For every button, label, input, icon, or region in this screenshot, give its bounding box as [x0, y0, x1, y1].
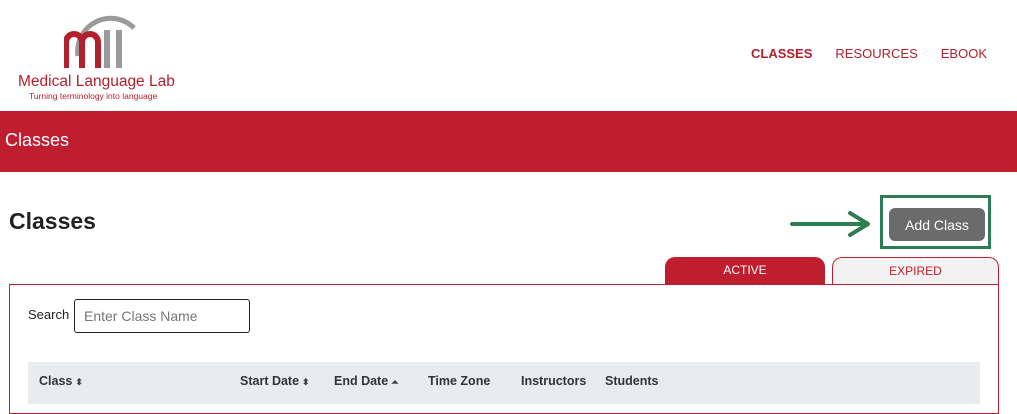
page-banner: Classes [0, 111, 1017, 172]
add-class-button[interactable]: Add Class [889, 208, 985, 241]
column-header-instructors: Instructors [521, 374, 587, 388]
search-input[interactable] [74, 299, 250, 333]
nav-item-resources[interactable]: RESOURCES [835, 46, 917, 61]
banner-title: Classes [5, 130, 70, 150]
search-label: Search [28, 307, 70, 322]
tab-active[interactable]: ACTIVE [665, 257, 825, 285]
sort-both-icon[interactable]: ⬍ [302, 377, 310, 387]
column-label: End Date [334, 374, 389, 388]
column-label: Start Date [240, 374, 300, 388]
column-header-class[interactable]: Class ⬍ [39, 374, 83, 388]
table-header: Class ⬍ Start Date ⬍ End Date ⏶ Time Zone I… [28, 362, 980, 404]
logo-tagline: Turning terminology into language [29, 91, 158, 101]
column-header-start-date[interactable]: Start Date ⬍ [240, 374, 310, 388]
column-label: Class [39, 374, 73, 388]
site-header: Medical Language Lab Turning terminology… [0, 0, 1017, 111]
column-header-time-zone: Time Zone [428, 374, 491, 388]
sort-ascending-icon[interactable]: ⏶ [391, 377, 398, 387]
nav-item-classes[interactable]: CLASSES [751, 46, 812, 61]
sort-both-icon[interactable]: ⬍ [75, 377, 83, 387]
tab-expired[interactable]: EXPIRED [832, 257, 999, 285]
logo[interactable]: Medical Language Lab Turning terminology… [18, 8, 188, 103]
logo-name: Medical Language Lab [18, 73, 175, 90]
main-nav: CLASSES RESOURCES EBOOK [728, 46, 987, 61]
column-header-students: Students [605, 374, 659, 388]
mll-logo-mark-icon [64, 15, 136, 68]
nav-item-ebook[interactable]: EBOOK [941, 46, 987, 61]
page-title: Classes [9, 208, 96, 234]
annotation-arrow-icon [790, 211, 870, 237]
column-header-end-date[interactable]: End Date ⏶ [334, 374, 398, 388]
